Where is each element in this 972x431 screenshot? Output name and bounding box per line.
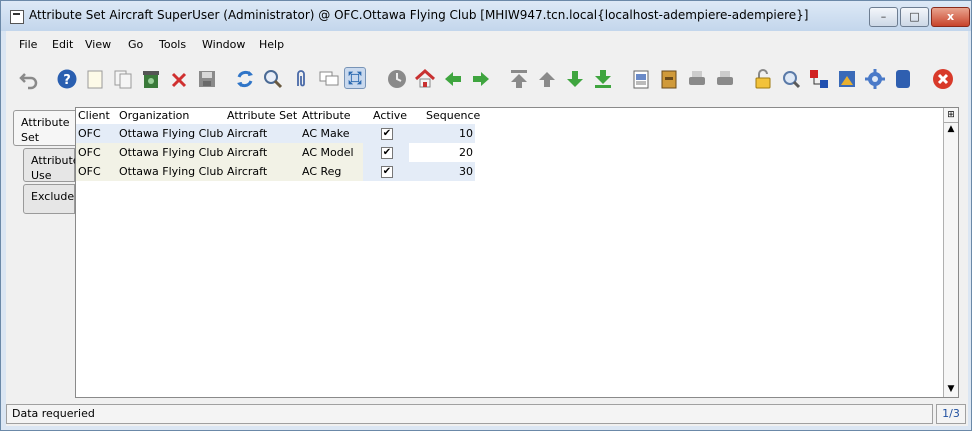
grid-toggle-icon[interactable] xyxy=(344,67,366,89)
home-icon[interactable] xyxy=(414,68,436,90)
record-pager[interactable]: 1/3 xyxy=(936,404,966,424)
cell-attribute-set: Aircraft xyxy=(225,143,300,162)
cell-client: OFC xyxy=(76,162,117,181)
tab-attribute-use[interactable]: Attribute Use xyxy=(23,148,80,182)
attachment-icon[interactable] xyxy=(290,68,312,90)
tab-attribute-set[interactable]: Attribute Set xyxy=(13,110,75,146)
client-area: File Edit View Go Tools Window Help ? At… xyxy=(6,31,968,426)
new-record-icon[interactable] xyxy=(84,68,106,90)
menu-edit[interactable]: Edit xyxy=(52,38,73,51)
cell-organization: Ottawa Flying Club xyxy=(117,162,225,181)
toolbar: ? xyxy=(6,61,968,101)
delete-icon[interactable] xyxy=(140,68,162,90)
history-icon[interactable] xyxy=(386,68,408,90)
cell-active[interactable]: ✔ xyxy=(363,162,409,181)
tab-label-line1: Attribute xyxy=(31,154,80,167)
refresh-icon[interactable] xyxy=(234,68,256,90)
cell-attribute: AC Reg xyxy=(300,162,363,181)
cell-sequence: 30 xyxy=(409,162,475,181)
cell-sequence: 10 xyxy=(409,124,475,143)
table-row[interactable]: OFC Ottawa Flying Club Aircraft AC Reg ✔… xyxy=(76,162,944,181)
menu-go[interactable]: Go xyxy=(128,38,143,51)
cell-attribute-set: Aircraft xyxy=(225,124,300,143)
report-icon[interactable] xyxy=(630,68,652,90)
record-grid: Client Organization Attribute Set Attrib… xyxy=(75,107,959,398)
vertical-scrollbar[interactable]: ⊞ ▲ ▼ xyxy=(943,108,958,397)
grid-menu-icon[interactable]: ⊞ xyxy=(944,108,958,123)
scroll-up-icon[interactable]: ▲ xyxy=(944,122,958,136)
previous-tab-icon[interactable] xyxy=(442,68,464,90)
active-checkbox[interactable]: ✔ xyxy=(381,166,393,178)
cell-sequence: 20 xyxy=(409,143,475,162)
cell-attribute-set: Aircraft xyxy=(225,162,300,181)
menu-view[interactable]: View xyxy=(85,38,111,51)
minimize-button[interactable]: – xyxy=(869,7,898,27)
copy-record-icon[interactable] xyxy=(112,68,134,90)
column-header-attribute-set[interactable]: Attribute Set xyxy=(227,109,297,122)
close-button[interactable]: x xyxy=(931,7,970,27)
scroll-down-icon[interactable]: ▼ xyxy=(944,382,958,396)
title-bar[interactable]: Attribute Set Aircraft SuperUser (Admini… xyxy=(1,1,971,31)
column-header-attribute[interactable]: Attribute xyxy=(302,109,351,122)
maximize-button[interactable]: □ xyxy=(900,7,929,27)
last-record-icon[interactable] xyxy=(592,68,614,90)
menu-tools[interactable]: Tools xyxy=(159,38,186,51)
table-row[interactable]: OFC Ottawa Flying Club Aircraft AC Make … xyxy=(76,124,944,143)
menu-help[interactable]: Help xyxy=(259,38,284,51)
status-bar: Data requeried xyxy=(6,404,933,424)
tab-label-line2: Set xyxy=(21,131,40,144)
product-info-icon[interactable] xyxy=(836,68,858,90)
menu-window[interactable]: Window xyxy=(202,38,245,51)
print-icon[interactable] xyxy=(714,68,736,90)
tab-label-line1: Attribute xyxy=(21,116,70,129)
cell-attribute: AC Make xyxy=(300,124,363,143)
cell-client: OFC xyxy=(76,124,117,143)
next-record-icon[interactable] xyxy=(564,68,586,90)
cell-active[interactable]: ✔ xyxy=(363,124,409,143)
application-window: Attribute Set Aircraft SuperUser (Admini… xyxy=(0,0,972,431)
menu-file[interactable]: File xyxy=(19,38,37,51)
cell-client: OFC xyxy=(76,143,117,162)
exit-icon[interactable] xyxy=(932,68,954,90)
menu-bar: File Edit View Go Tools Window Help xyxy=(6,36,968,54)
next-tab-icon[interactable] xyxy=(470,68,492,90)
window-title: Attribute Set Aircraft SuperUser (Admini… xyxy=(29,8,809,22)
delete-selection-icon[interactable] xyxy=(168,68,190,90)
undo-icon[interactable] xyxy=(18,68,40,90)
tab-exclude[interactable]: Exclude xyxy=(23,184,75,214)
first-record-icon[interactable] xyxy=(508,68,530,90)
column-header-organization[interactable]: Organization xyxy=(119,109,189,122)
column-header-active[interactable]: Active xyxy=(373,109,407,122)
grid-body: Client Organization Attribute Set Attrib… xyxy=(76,108,944,397)
tab-label-line2: Use xyxy=(31,169,52,182)
svg-text:?: ? xyxy=(63,73,71,88)
table-row[interactable]: OFC Ottawa Flying Club Aircraft AC Model… xyxy=(76,143,944,162)
lock-icon[interactable] xyxy=(752,68,774,90)
window-icon xyxy=(10,10,24,24)
help-icon[interactable]: ? xyxy=(56,68,78,90)
tab-label-line1: Exclude xyxy=(31,190,75,203)
archive-icon[interactable] xyxy=(658,68,680,90)
previous-record-icon[interactable] xyxy=(536,68,558,90)
status-message: Data requeried xyxy=(12,407,95,420)
window-tile-icon[interactable] xyxy=(892,68,914,90)
print-preview-icon[interactable] xyxy=(686,68,708,90)
cell-attribute: AC Model xyxy=(300,143,363,162)
zoom-across-icon[interactable] xyxy=(780,68,802,90)
cell-active[interactable]: ✔ xyxy=(363,143,409,162)
cell-organization: Ottawa Flying Club xyxy=(117,143,225,162)
save-icon[interactable] xyxy=(196,68,218,90)
column-header-sequence[interactable]: Sequence xyxy=(426,109,480,122)
request-icon[interactable] xyxy=(808,68,830,90)
active-checkbox[interactable]: ✔ xyxy=(381,147,393,159)
chat-icon[interactable] xyxy=(318,68,340,90)
cell-organization: Ottawa Flying Club xyxy=(117,124,225,143)
find-icon[interactable] xyxy=(262,68,284,90)
workflow-icon[interactable] xyxy=(864,68,886,90)
column-header-client[interactable]: Client xyxy=(78,109,110,122)
active-checkbox[interactable]: ✔ xyxy=(381,128,393,140)
